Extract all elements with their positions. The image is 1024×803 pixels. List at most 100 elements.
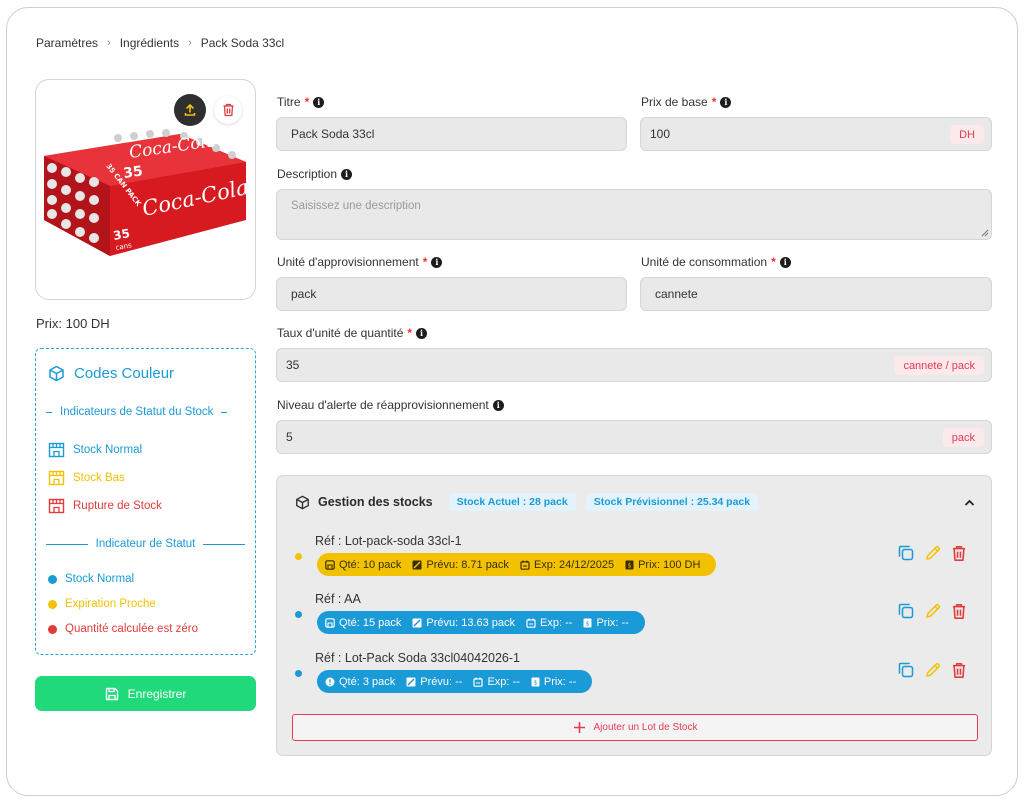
trash-icon [223, 103, 233, 117]
product-price-text: Prix: 100 DH [36, 316, 110, 331]
supply-unit-label: Unité d'approvisionnement * i [277, 255, 443, 269]
alert-icon [325, 677, 335, 686]
copy-icon [898, 545, 914, 561]
lot-details-badge: Qté: 10 pack Prévu: 8.71 pack Exp: 24/12… [317, 553, 717, 576]
calendar-icon [526, 618, 536, 628]
collapse-button[interactable] [964, 494, 975, 512]
info-icon[interactable]: i [492, 399, 504, 411]
lot-reference: Réf : AA [315, 592, 361, 606]
store-icon [48, 442, 65, 458]
trash-icon [952, 603, 966, 619]
lot-status-dot [295, 611, 302, 618]
edit-lot-button[interactable] [925, 603, 941, 619]
lot-actions [897, 661, 967, 679]
upload-image-button[interactable] [174, 94, 206, 126]
title-input[interactable]: Pack Soda 33cl [276, 117, 627, 151]
delete-lot-button[interactable] [951, 662, 967, 679]
delete-lot-button[interactable] [951, 545, 967, 562]
breadcrumb-item-parametres[interactable]: Paramètres [36, 36, 98, 50]
info-icon[interactable]: i [720, 96, 732, 108]
description-textarea[interactable]: Saisissez une description [276, 189, 992, 240]
info-icon[interactable]: i [313, 96, 325, 108]
lot-reference: Réf : Lot-Pack Soda 33cl04042026-1 [315, 651, 520, 665]
info-icon[interactable]: i [416, 327, 428, 339]
save-button[interactable]: Enregistrer [35, 676, 256, 711]
legend-item-stock-normal: Stock Normal [48, 442, 142, 458]
unit-suffix: pack [942, 428, 984, 447]
cube-icon [49, 365, 64, 382]
legend-item-expiration-soon: Expiration Proche [48, 598, 156, 610]
legend-item-stock-low: Stock Bas [48, 470, 125, 486]
store-icon [48, 470, 65, 486]
copy-icon [898, 662, 914, 678]
info-icon[interactable]: i [341, 168, 353, 180]
price-tag-icon: $ [625, 560, 634, 569]
duplicate-lot-button[interactable] [897, 544, 915, 562]
status-dot [48, 624, 57, 634]
status-dot [48, 599, 57, 609]
chevron-right-icon: › [188, 37, 192, 49]
svg-text:$: $ [628, 562, 632, 569]
chevron-right-icon: › [107, 37, 111, 49]
quantity-rate-input[interactable]: 35 cannete / pack [276, 348, 992, 382]
chevron-up-icon [964, 499, 975, 506]
alert-level-label: Niveau d'alerte de réapprovisionnement i [277, 398, 504, 412]
info-icon[interactable]: i [779, 256, 791, 268]
lot-status-dot [295, 553, 302, 560]
info-icon[interactable]: i [431, 256, 443, 268]
currency-suffix: DH [950, 125, 984, 144]
trash-icon [952, 662, 966, 678]
consumption-unit-select[interactable]: cannete [640, 277, 992, 311]
edit-lot-button[interactable] [925, 662, 941, 678]
status-dot [48, 574, 57, 584]
delete-lot-button[interactable] [951, 603, 967, 620]
svg-text:35: 35 [112, 226, 131, 243]
title-label: Titre * i [277, 95, 325, 109]
stock-status-heading: Indicateurs de Statut du Stock [46, 406, 245, 418]
legend-item-status-normal: Stock Normal [48, 573, 134, 585]
consumption-unit-label: Unité de consommation * i [641, 255, 791, 269]
legend-item-out-of-stock: Rupture de Stock [48, 498, 162, 514]
price-tag-icon: $ [531, 677, 540, 686]
unit-ratio-suffix: cannete / pack [894, 356, 984, 375]
alert-level-input[interactable]: 5 pack [276, 420, 992, 454]
calendar-icon [473, 677, 484, 687]
delete-image-button[interactable] [214, 96, 242, 124]
edit-lot-button[interactable] [925, 545, 941, 561]
resize-handle-icon[interactable] [981, 229, 989, 237]
stock-management-panel: Gestion des stocks Stock Actuel : 28 pac… [276, 475, 992, 756]
description-label: Description i [277, 167, 353, 181]
store-icon [48, 498, 65, 514]
upload-icon [184, 103, 196, 116]
duplicate-lot-button[interactable] [897, 661, 915, 679]
current-stock-badge: Stock Actuel : 28 pack [448, 493, 576, 511]
svg-text:$: $ [586, 620, 590, 627]
base-price-input[interactable]: 100 DH [640, 117, 992, 151]
lot-details-badge: Qté: 15 pack Prévu: 13.63 pack Exp: -- $… [317, 611, 645, 634]
base-price-label: Prix de base * i [641, 95, 732, 109]
lot-reference: Réf : Lot-pack-soda 33cl-1 [315, 534, 462, 548]
status-heading: Indicateur de Statut [46, 538, 246, 550]
legend-item-quantity-zero: Quantité calculée est zéro [48, 623, 198, 635]
save-icon [105, 687, 118, 700]
svg-text:35: 35 [122, 163, 144, 182]
pencil-icon [926, 545, 941, 560]
add-stock-lot-button[interactable]: Ajouter un Lot de Stock [292, 714, 978, 741]
duplicate-lot-button[interactable] [897, 602, 915, 620]
cube-icon [296, 495, 309, 509]
plus-icon [573, 722, 585, 733]
quantity-rate-label: Taux d'unité de quantité * i [277, 326, 428, 340]
lot-actions [897, 544, 967, 562]
breadcrumb-item-ingredients[interactable]: Ingrédients [120, 36, 179, 50]
lot-status-dot [295, 670, 302, 677]
trash-icon [952, 545, 966, 561]
price-tag-icon: $ [583, 618, 592, 627]
supply-unit-select[interactable]: pack [276, 277, 627, 311]
box-icon [325, 559, 335, 570]
chart-icon [412, 618, 422, 627]
box-icon [325, 617, 335, 628]
pencil-icon [926, 662, 941, 677]
chart-icon [412, 560, 422, 569]
lot-actions [897, 602, 967, 620]
lot-details-badge: Qté: 3 pack Prévu: -- Exp: -- $ Prix: -- [317, 670, 593, 693]
